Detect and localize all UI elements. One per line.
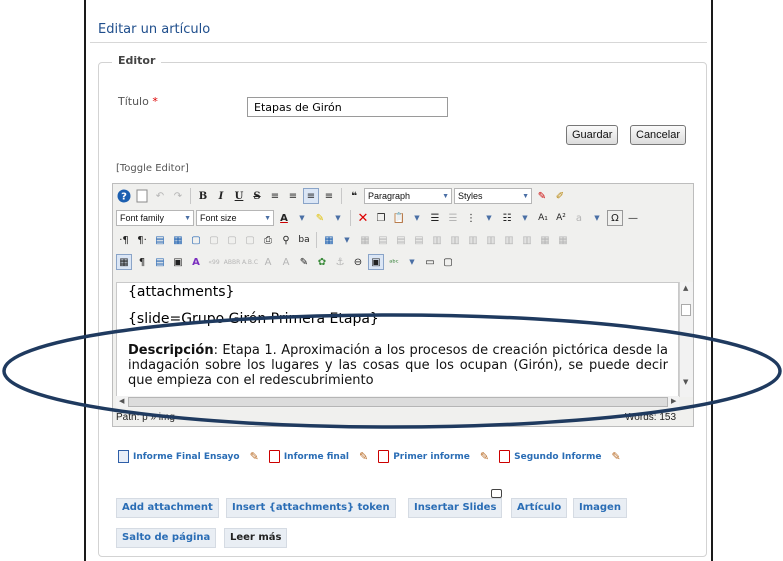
attachment-link[interactable]: Informe final — [284, 452, 349, 462]
insertar-slides-button[interactable]: Insertar Slides — [408, 498, 503, 518]
attachment-link[interactable]: Segundo Informe — [514, 452, 601, 462]
insert-attachments-token-button[interactable]: Insert {attachments} token — [226, 498, 396, 518]
pdf-icon — [268, 450, 280, 463]
annotation-ellipse — [2, 313, 782, 429]
slides-icon — [491, 489, 502, 498]
edit-attachment-icon[interactable]: ✎ — [359, 450, 368, 463]
articulo-button[interactable]: Artículo — [511, 498, 568, 518]
attachments-list: Informe Final Ensayo ✎ Informe final ✎ P… — [118, 450, 627, 463]
page-break-button[interactable]: Salto de página — [116, 528, 217, 548]
edit-attachment-icon[interactable]: ✎ — [250, 450, 259, 463]
pdf-icon — [499, 450, 511, 463]
edit-attachment-icon[interactable]: ✎ — [480, 450, 489, 463]
imagen-button[interactable]: Imagen — [573, 498, 627, 518]
read-more-button[interactable]: Leer más — [224, 528, 288, 548]
attachment-link[interactable]: Primer informe — [393, 452, 470, 462]
attachment-link[interactable]: Informe Final Ensayo — [133, 452, 240, 462]
pdf-icon — [378, 450, 390, 463]
edit-attachment-icon[interactable]: ✎ — [612, 450, 621, 463]
word-doc-icon — [118, 450, 129, 463]
add-attachment-button[interactable]: Add attachment — [116, 498, 219, 518]
